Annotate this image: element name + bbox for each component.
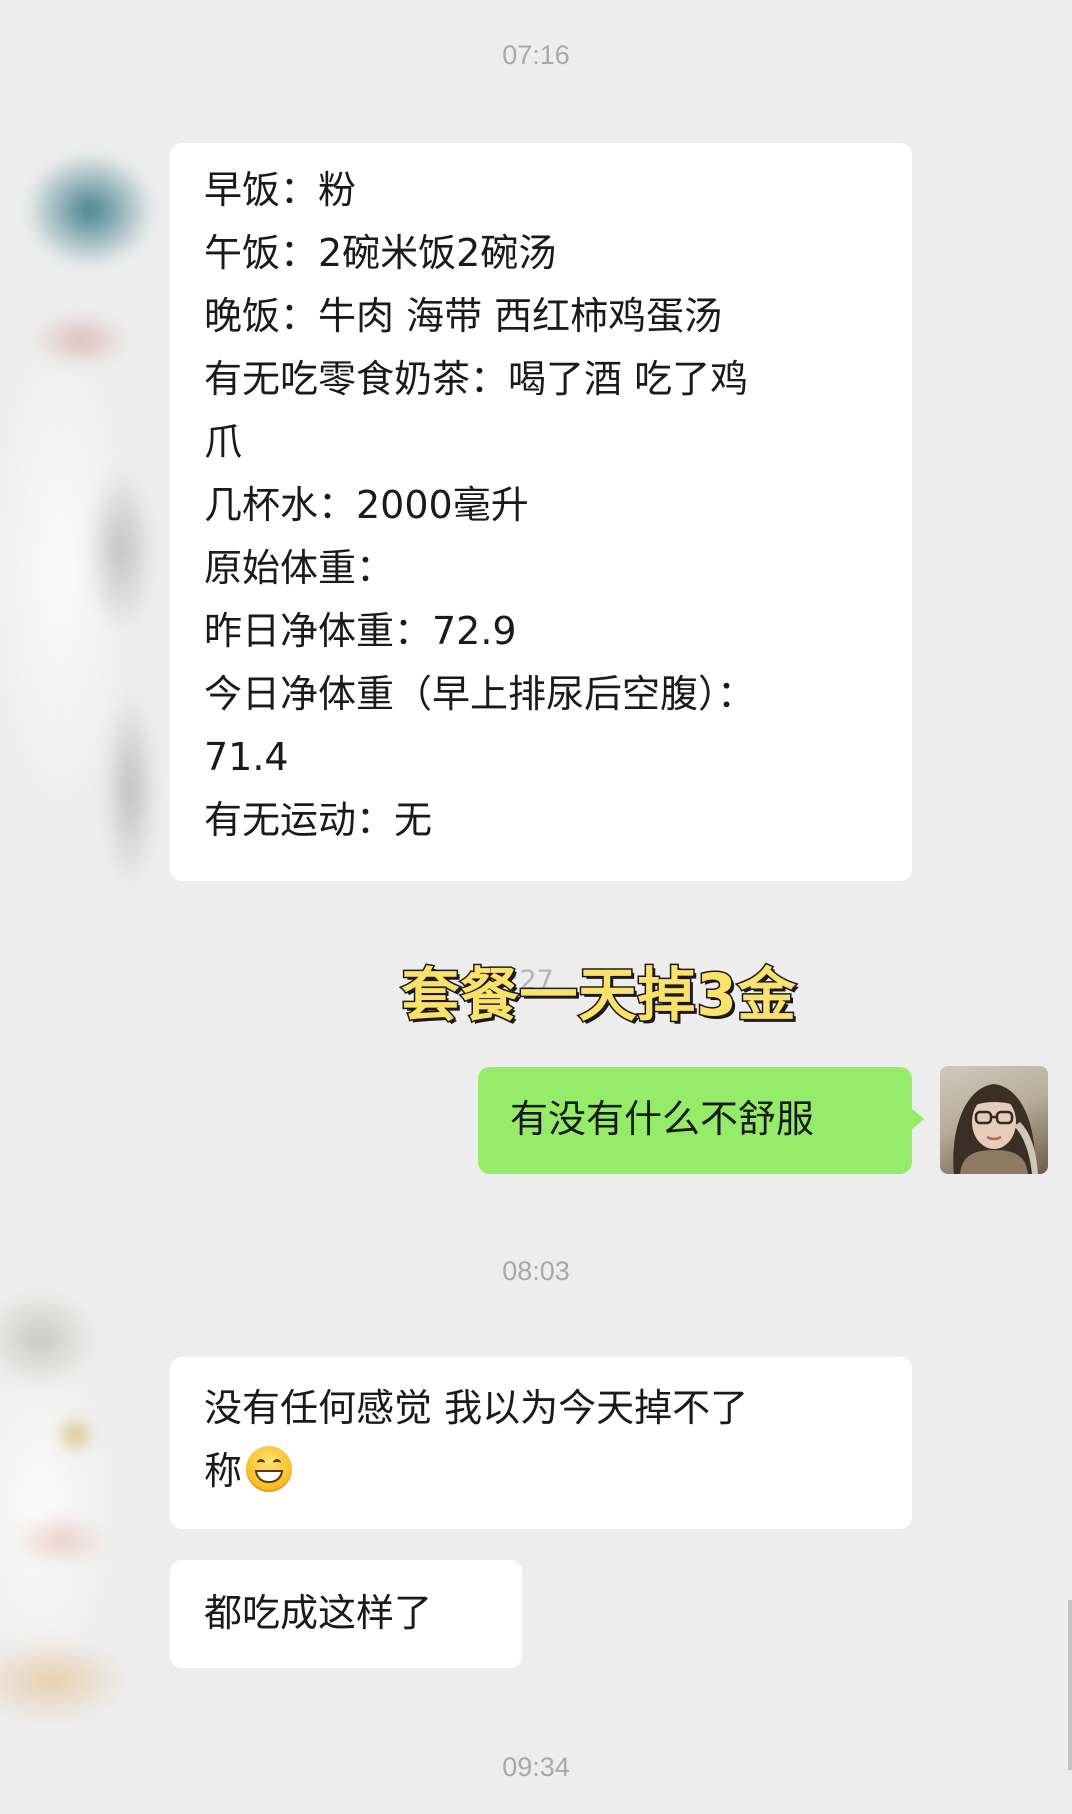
diet-line-lunch: 午饭：2碗米饭2碗汤 (204, 231, 557, 275)
outgoing-bubble-tail (910, 1107, 924, 1131)
no-feeling-line-2: 称 (204, 1440, 878, 1503)
diet-line-breakfast: 早饭：粉 (204, 168, 357, 212)
diet-line-exercise: 有无运动：无 (204, 798, 433, 842)
diet-line-snacks: 有无吃零食奶茶：喝了酒 吃了鸡 (204, 357, 749, 401)
timestamp-second: 08:03 (502, 1256, 570, 1286)
diet-line-today-weight: 今日净体重（早上排尿后空腹）： (204, 672, 756, 716)
eaten-text: 都吃成这样了 (204, 1591, 433, 1635)
eaten-message-bubble[interactable]: 都吃成这样了 (170, 1560, 522, 1668)
diet-line-dinner: 晚饭：牛肉 海带 西红柿鸡蛋汤 (204, 294, 723, 338)
diet-line-yesterday-weight: 昨日净体重：72.9 (204, 609, 517, 653)
no-feeling-line-1: 没有任何感觉 我以为今天掉不了 (204, 1386, 749, 1430)
watercolor-decoration-bottom (0, 1260, 180, 1780)
diet-line-snacks-wrap: 爪 (204, 420, 243, 464)
timestamp-third: 09:34 (502, 1752, 570, 1782)
avatar[interactable] (940, 1066, 1048, 1174)
diet-line-water: 几杯水：2000毫升 (204, 483, 529, 527)
no-feeling-line-2-text: 称 (204, 1449, 243, 1493)
timestamp-first: 07:16 (502, 40, 570, 70)
outgoing-message-bubble[interactable]: 有没有什么不舒服 (478, 1067, 912, 1174)
diet-line-original-weight: 原始体重： (204, 546, 395, 590)
grinning-face-icon (246, 1446, 293, 1492)
diet-log-bubble[interactable]: 早饭：粉 午饭：2碗米饭2碗汤 晚饭：牛肉 海带 西红柿鸡蛋汤 有无吃零食奶茶：… (170, 143, 912, 881)
avatar-portrait-icon (953, 1084, 1038, 1174)
diet-line-today-weight-value: 71.4 (204, 735, 289, 779)
watercolor-decoration-top (0, 90, 190, 910)
no-feeling-message-bubble[interactable]: 没有任何感觉 我以为今天掉不了 称 (170, 1357, 912, 1529)
scrollbar[interactable] (1068, 1600, 1072, 1770)
caption-overlay: 套餐一天掉3金 (400, 960, 797, 1031)
